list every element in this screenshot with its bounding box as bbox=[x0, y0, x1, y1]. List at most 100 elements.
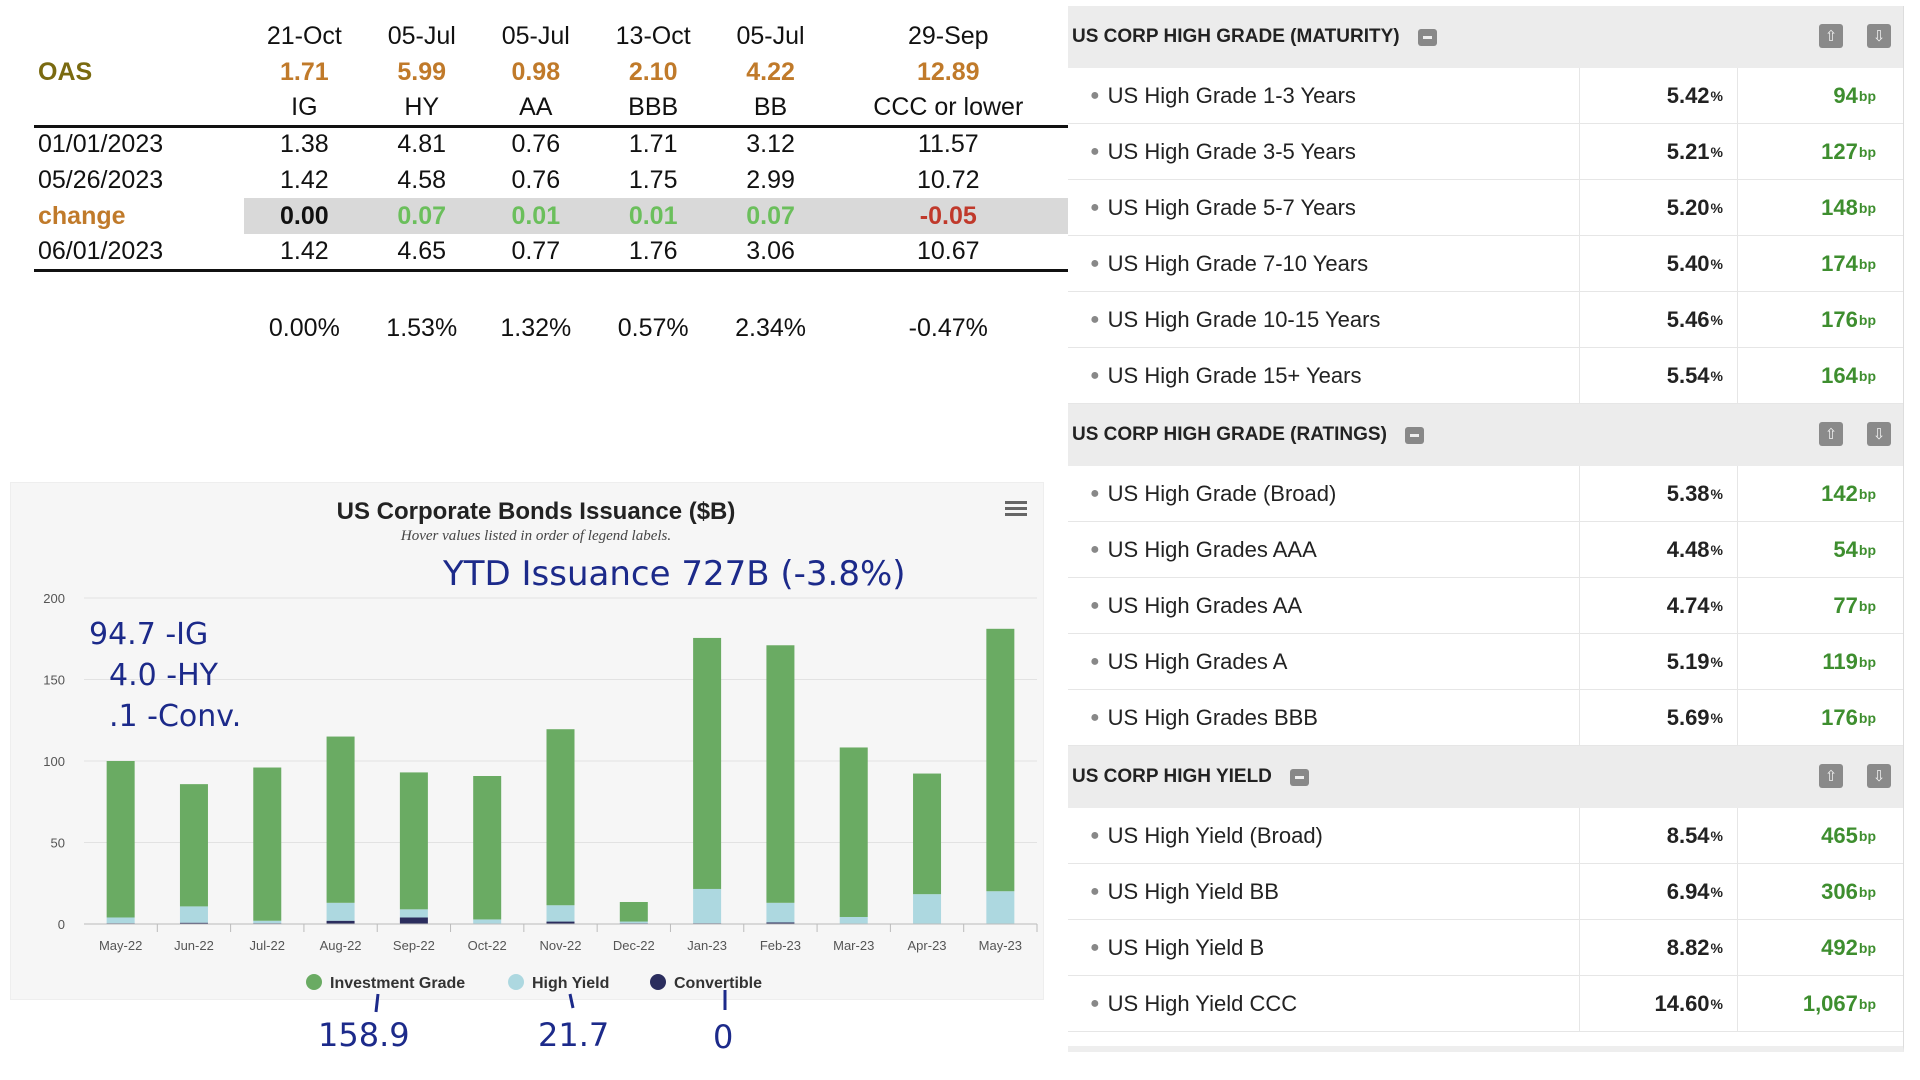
yield-row[interactable]: ● US High Grade 5-7 Years 5.20% 148 bp bbox=[1068, 180, 1903, 236]
oas-spacer-row bbox=[34, 270, 1069, 310]
bar-high-yield[interactable] bbox=[546, 905, 575, 922]
oas-pct-cell: 2.34% bbox=[735, 313, 806, 342]
yield-name: US High Grade 7-10 Years bbox=[1107, 250, 1369, 276]
bar-investment-grade[interactable] bbox=[106, 761, 135, 918]
bar-high-yield[interactable] bbox=[913, 894, 942, 924]
bullet-icon: ● bbox=[1090, 994, 1100, 1012]
arrow-down-icon[interactable]: ⇩ bbox=[1867, 422, 1891, 446]
arrow-down-icon[interactable]: ⇩ bbox=[1867, 24, 1891, 48]
spread-value-cell: 1,067 bp bbox=[1738, 976, 1888, 1031]
pct-unit: % bbox=[1710, 995, 1723, 1012]
bullet-icon: ● bbox=[1090, 86, 1100, 104]
bar-high-yield[interactable] bbox=[473, 919, 502, 924]
bar-high-yield[interactable] bbox=[839, 916, 868, 924]
collapse-minus-icon[interactable] bbox=[1417, 28, 1437, 46]
bp-unit: bp bbox=[1858, 883, 1876, 900]
bar-convertible[interactable] bbox=[399, 917, 428, 924]
oas-row-label: 05/26/2023 bbox=[38, 165, 164, 194]
bar-high-yield[interactable] bbox=[106, 917, 135, 924]
oas-date-cell: 05-Jul bbox=[736, 21, 805, 50]
oas-pct-cell: 0.00% bbox=[268, 313, 340, 342]
bar-high-yield[interactable] bbox=[253, 920, 282, 924]
bar-high-yield[interactable] bbox=[619, 921, 648, 924]
oas-cell: 0.76 bbox=[511, 165, 561, 194]
yield-value: 8.82 bbox=[1666, 934, 1710, 960]
legend-swatch bbox=[508, 974, 524, 990]
spread-value-cell: 127 bp bbox=[1738, 124, 1888, 179]
y-tick-label: 50 bbox=[51, 836, 65, 851]
bar-high-yield[interactable] bbox=[766, 902, 795, 923]
bar-investment-grade[interactable] bbox=[546, 729, 575, 906]
pct-unit: % bbox=[1710, 485, 1723, 502]
bp-unit: bp bbox=[1858, 367, 1876, 384]
oas-cell: 4.81 bbox=[397, 130, 447, 159]
oas-data-row: 01/01/2023 1.38 4.81 0.76 1.71 3.12 11.5… bbox=[34, 126, 1069, 162]
bar-high-yield[interactable] bbox=[986, 891, 1015, 924]
bar-high-yield[interactable] bbox=[399, 909, 428, 918]
yield-row[interactable]: ● US High Grade 3-5 Years 5.21% 127 bp bbox=[1068, 124, 1903, 180]
bar-investment-grade[interactable] bbox=[326, 736, 355, 903]
bar-investment-grade[interactable] bbox=[179, 784, 208, 907]
yield-row[interactable]: ● US High Grade 10-15 Years 5.46% 176 bp bbox=[1068, 292, 1903, 348]
oas-corner-cell bbox=[34, 310, 244, 346]
handwritten-tick bbox=[568, 993, 575, 1009]
collapse-minus-icon[interactable] bbox=[1289, 768, 1309, 786]
bar-investment-grade[interactable] bbox=[986, 628, 1015, 892]
spread-value: 94 bbox=[1833, 82, 1858, 108]
hamburger-menu-icon[interactable] bbox=[1005, 501, 1027, 516]
yield-name: US High Yield B bbox=[1107, 934, 1265, 960]
yield-row[interactable]: ● US High Grades AA 4.74% 77 bp bbox=[1068, 578, 1903, 634]
bar-investment-grade[interactable] bbox=[253, 767, 282, 921]
bar-investment-grade[interactable] bbox=[839, 747, 868, 917]
bullet-icon: ● bbox=[1090, 938, 1100, 956]
yield-value: 5.20 bbox=[1666, 194, 1710, 220]
oas-date-cell: 05-Jul bbox=[501, 21, 570, 50]
bar-investment-grade[interactable] bbox=[619, 901, 648, 922]
yield-row[interactable]: ● US High Grades BBB 5.69% 176 bp bbox=[1068, 690, 1903, 746]
x-tick-label: Jul-22 bbox=[250, 938, 285, 953]
bar-investment-grade[interactable] bbox=[766, 645, 795, 903]
yield-value: 5.54 bbox=[1666, 362, 1710, 388]
yield-value-cell: 5.21% bbox=[1580, 124, 1738, 179]
legend-swatch bbox=[650, 974, 666, 990]
yield-name-cell: ● US High Grade 15+ Years bbox=[1068, 348, 1580, 403]
yield-row[interactable]: ● US High Grade (Broad) 5.38% 142 bp bbox=[1068, 466, 1903, 522]
chart-x-ticks: May-22 Jun-22 Jul-22 Aug-22 Sep-22 Oct-22 Nov-… bbox=[99, 924, 1038, 953]
yield-row[interactable]: ● US High Yield (Broad) 8.54% 465 bp bbox=[1068, 808, 1903, 864]
yield-row[interactable]: ● US High Yield BB 6.94% 306 bp bbox=[1068, 864, 1903, 920]
bar-investment-grade[interactable] bbox=[913, 773, 942, 895]
yield-row[interactable]: ● US High Grades A 5.19% 119 bp bbox=[1068, 634, 1903, 690]
yield-row[interactable]: ● US High Yield CCC 14.60% 1,067 bp bbox=[1068, 976, 1903, 1032]
yield-row[interactable]: ● US High Grade 7-10 Years 5.40% 174 bp bbox=[1068, 236, 1903, 292]
yield-row[interactable]: ● US High Grades AAA 4.48% 54 bp bbox=[1068, 522, 1903, 578]
bar-high-yield[interactable] bbox=[693, 888, 722, 924]
bar-investment-grade[interactable] bbox=[473, 775, 502, 920]
oas-change-cell: 0.00 bbox=[244, 198, 365, 234]
arrow-up-icon[interactable]: ⇧ bbox=[1819, 24, 1843, 48]
yield-row[interactable]: ● US High Grade 1-3 Years 5.42% 94 bp bbox=[1068, 68, 1903, 124]
arrow-up-icon[interactable]: ⇧ bbox=[1819, 422, 1843, 446]
yield-row[interactable]: ● US High Yield B 8.82% 492 bp bbox=[1068, 920, 1903, 976]
arrow-down-icon[interactable]: ⇩ bbox=[1867, 764, 1891, 788]
pct-unit: % bbox=[1710, 255, 1723, 272]
spread-value-cell: 142 bp bbox=[1738, 466, 1888, 521]
spread-value-cell: 94 bp bbox=[1738, 68, 1888, 123]
yield-value: 5.21 bbox=[1666, 138, 1710, 164]
yield-row[interactable]: ● US High Grade 15+ Years 5.54% 164 bp bbox=[1068, 348, 1903, 404]
yield-name-cell: ● US High Yield (Broad) bbox=[1068, 808, 1580, 863]
oas-change-cell: 0.07 bbox=[713, 198, 828, 234]
bar-high-yield[interactable] bbox=[179, 906, 208, 923]
yield-value: 4.48 bbox=[1666, 536, 1710, 562]
arrow-up-icon[interactable]: ⇧ bbox=[1819, 764, 1843, 788]
oas-value: 4.22 bbox=[746, 57, 795, 86]
oas-row-label: change bbox=[38, 201, 126, 230]
oas-dates-row: 21-Oct 05-Jul 05-Jul 13-Oct 05-Jul 29-Se… bbox=[34, 18, 1069, 54]
bar-investment-grade[interactable] bbox=[693, 637, 722, 889]
chart-y-ticks: 0 50 100 150 200 bbox=[43, 591, 65, 932]
oas-pct-cell: 1.32% bbox=[500, 313, 572, 342]
collapse-minus-icon[interactable] bbox=[1404, 426, 1424, 444]
bar-investment-grade[interactable] bbox=[399, 772, 428, 910]
pct-unit: % bbox=[1710, 87, 1723, 104]
oas-value: 5.99 bbox=[397, 57, 447, 86]
bar-high-yield[interactable] bbox=[326, 902, 355, 921]
